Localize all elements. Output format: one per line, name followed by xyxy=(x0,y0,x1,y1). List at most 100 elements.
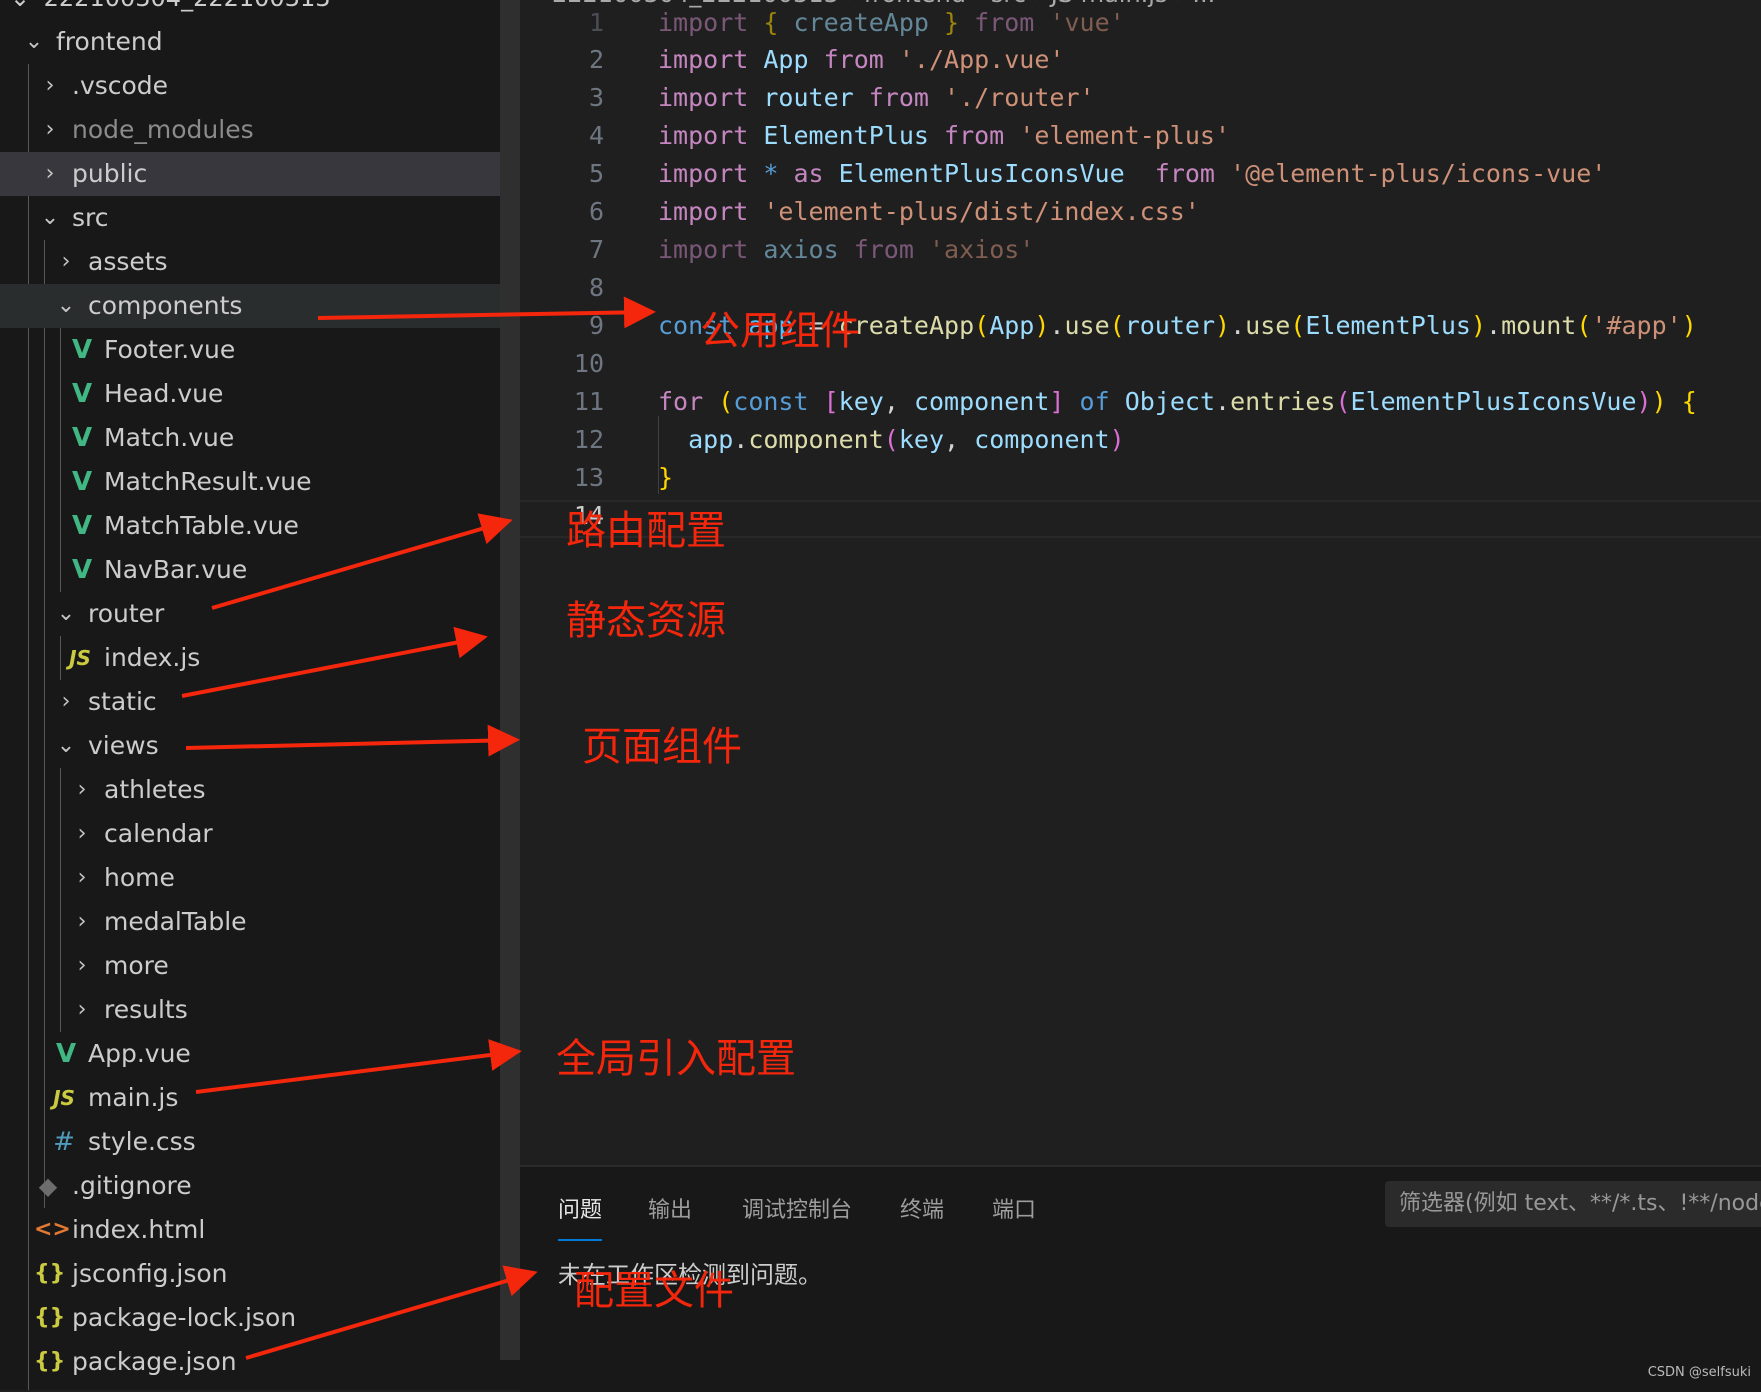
tree-file-navbar-vue[interactable]: V NavBar.vue xyxy=(0,548,520,592)
tree-file-matchtable-vue[interactable]: V MatchTable.vue xyxy=(0,504,520,548)
tree-item-label: public xyxy=(72,159,148,188)
tab-output[interactable]: 输出 xyxy=(648,1191,692,1239)
tree-file-app-vue[interactable]: V App.vue xyxy=(0,1032,520,1076)
tree-file-index-js[interactable]: JS index.js xyxy=(0,636,520,680)
html-file-icon: <> xyxy=(34,1217,71,1242)
tree-item-label: static xyxy=(88,687,157,716)
tree-item-label: .vscode xyxy=(72,71,169,100)
line-number: 5 xyxy=(588,159,604,188)
line-number: 6 xyxy=(588,197,604,226)
tree-file-match-vue[interactable]: V Match.vue xyxy=(0,416,520,460)
tree-folder-more[interactable]: › more xyxy=(0,944,520,988)
tree-file-gitignore[interactable]: ◆ .gitignore xyxy=(0,1164,520,1208)
code-line: 11 for (const [key, component] of Object.… xyxy=(520,383,1761,421)
tree-item-label: style.css xyxy=(88,1127,196,1156)
tree-file-jsconfig-json[interactable]: {} jsconfig.json xyxy=(0,1252,520,1296)
code-line: 4 import ElementPlus from 'element-plus' xyxy=(520,117,1761,155)
tree-folder-medaltable[interactable]: › medalTable xyxy=(0,900,520,944)
tree-item-label: MatchResult.vue xyxy=(104,467,312,496)
watermark: CSDN @selfsuki xyxy=(1647,1365,1751,1380)
tree-item-label: medalTable xyxy=(104,907,247,936)
tree-file-main-js[interactable]: JS main.js xyxy=(0,1076,520,1120)
tree-file-style-css[interactable]: # style.css xyxy=(0,1120,520,1164)
line-number: 8 xyxy=(588,273,604,302)
explorer-sidebar: ⌄ 222100304_222100313 ⌄ frontend › .vscode… xyxy=(0,0,520,1390)
chevron-down-icon: ⌄ xyxy=(56,733,76,758)
tree-item-label: App.vue xyxy=(88,1039,191,1068)
workspace-folder-label: 222100304_222100313 xyxy=(44,0,331,12)
workspace-folder-header[interactable]: ⌄ 222100304_222100313 xyxy=(0,0,520,18)
line-number: 12 xyxy=(573,425,604,454)
sidebar-scrollbar[interactable] xyxy=(500,0,520,1360)
code-line: 1 import { createApp } from 'vue' xyxy=(520,4,1761,42)
tree-folder-home[interactable]: › home xyxy=(0,856,520,900)
chevron-right-icon: › xyxy=(45,73,55,98)
tree-folder-frontend[interactable]: ⌄ frontend xyxy=(0,20,520,64)
problems-filter-input[interactable]: 筛选器(例如 text、**/*.ts、!**/node_modules/**) xyxy=(1385,1181,1761,1227)
tree-folder-components[interactable]: ⌄ components xyxy=(0,284,520,328)
chevron-right-icon: › xyxy=(77,909,87,934)
line-number: 9 xyxy=(588,311,604,340)
line-number: 2 xyxy=(588,45,604,74)
chevron-right-icon: › xyxy=(77,777,87,802)
code-line: 3 import router from './router' xyxy=(520,79,1761,117)
tree-item-label: MatchTable.vue xyxy=(104,511,299,540)
annotation-views: 页面组件 xyxy=(582,724,742,770)
tree-folder-assets[interactable]: › assets xyxy=(0,240,520,284)
chevron-down-icon: ⌄ xyxy=(10,0,36,18)
tree-folder-results[interactable]: › results xyxy=(0,988,520,1032)
tree-item-label: package.json xyxy=(72,1347,237,1376)
tree-item-label: jsconfig.json xyxy=(72,1259,228,1288)
tree-item-label: athletes xyxy=(104,775,206,804)
tree-folder-node-modules[interactable]: › node_modules xyxy=(0,108,520,152)
chevron-right-icon: › xyxy=(45,117,55,142)
tree-item-label: more xyxy=(104,951,169,980)
tree-file-footer-vue[interactable]: V Footer.vue xyxy=(0,328,520,372)
code-line: 2 import App from './App.vue' xyxy=(520,41,1761,79)
tree-folder-athletes[interactable]: › athletes xyxy=(0,768,520,812)
tree-file-head-vue[interactable]: V Head.vue xyxy=(0,372,520,416)
chevron-down-icon: ⌄ xyxy=(56,601,76,626)
tab-debug-console[interactable]: 调试控制台 xyxy=(742,1191,852,1239)
code-line: 6 import 'element-plus/dist/index.css' xyxy=(520,193,1761,231)
tab-terminal[interactable]: 终端 xyxy=(900,1191,944,1239)
line-number: 3 xyxy=(588,83,604,112)
chevron-right-icon: › xyxy=(77,821,87,846)
chevron-right-icon: › xyxy=(77,997,87,1022)
code-line: 12 app.component(key, component) xyxy=(520,421,1761,459)
tree-file-index-html[interactable]: <> index.html xyxy=(0,1208,520,1252)
js-file-icon: JS xyxy=(69,646,91,670)
tree-folder-router[interactable]: ⌄ router xyxy=(0,592,520,636)
code-editor[interactable]: 222100304_222100313 › frontend › src › J… xyxy=(520,0,1761,1165)
tree-file-matchresult-vue[interactable]: V MatchResult.vue xyxy=(0,460,520,504)
chevron-right-icon: › xyxy=(45,161,55,186)
tree-file-package-json[interactable]: {} package.json xyxy=(0,1340,520,1384)
line-number: 10 xyxy=(573,349,604,378)
tree-folder-views[interactable]: ⌄ views xyxy=(0,724,520,768)
tab-ports[interactable]: 端口 xyxy=(992,1191,1036,1239)
tree-item-label: Head.vue xyxy=(104,379,224,408)
tree-item-label: router xyxy=(88,599,165,628)
tree-folder-static[interactable]: › static xyxy=(0,680,520,724)
code-line: 5 import * as ElementPlusIconsVue from '@… xyxy=(520,155,1761,193)
tree-folder-vscode[interactable]: › .vscode xyxy=(0,64,520,108)
tree-item-label: calendar xyxy=(104,819,213,848)
vue-file-icon: V xyxy=(71,555,93,585)
git-file-icon: ◆ xyxy=(38,1172,58,1200)
tree-item-label: node_modules xyxy=(72,115,254,144)
vue-file-icon: V xyxy=(55,1039,77,1069)
json-file-icon: {} xyxy=(34,1305,66,1330)
tree-folder-calendar[interactable]: › calendar xyxy=(0,812,520,856)
tab-problems[interactable]: 问题 xyxy=(558,1191,603,1241)
tree-file-package-lock-json[interactable]: {} package-lock.json xyxy=(0,1296,520,1340)
code-line: 7 import axios from 'axios' xyxy=(520,231,1761,269)
tree-item-label: .gitignore xyxy=(72,1171,192,1200)
tree-item-label: index.js xyxy=(104,643,201,672)
chevron-down-icon: ⌄ xyxy=(24,29,44,54)
line-number: 11 xyxy=(573,387,604,416)
tree-folder-src[interactable]: ⌄ src xyxy=(0,196,520,240)
code-line: 8 xyxy=(520,269,1761,307)
tree-folder-public[interactable]: › public xyxy=(0,152,520,196)
vue-file-icon: V xyxy=(71,467,93,497)
tree-item-label: main.js xyxy=(88,1083,179,1112)
